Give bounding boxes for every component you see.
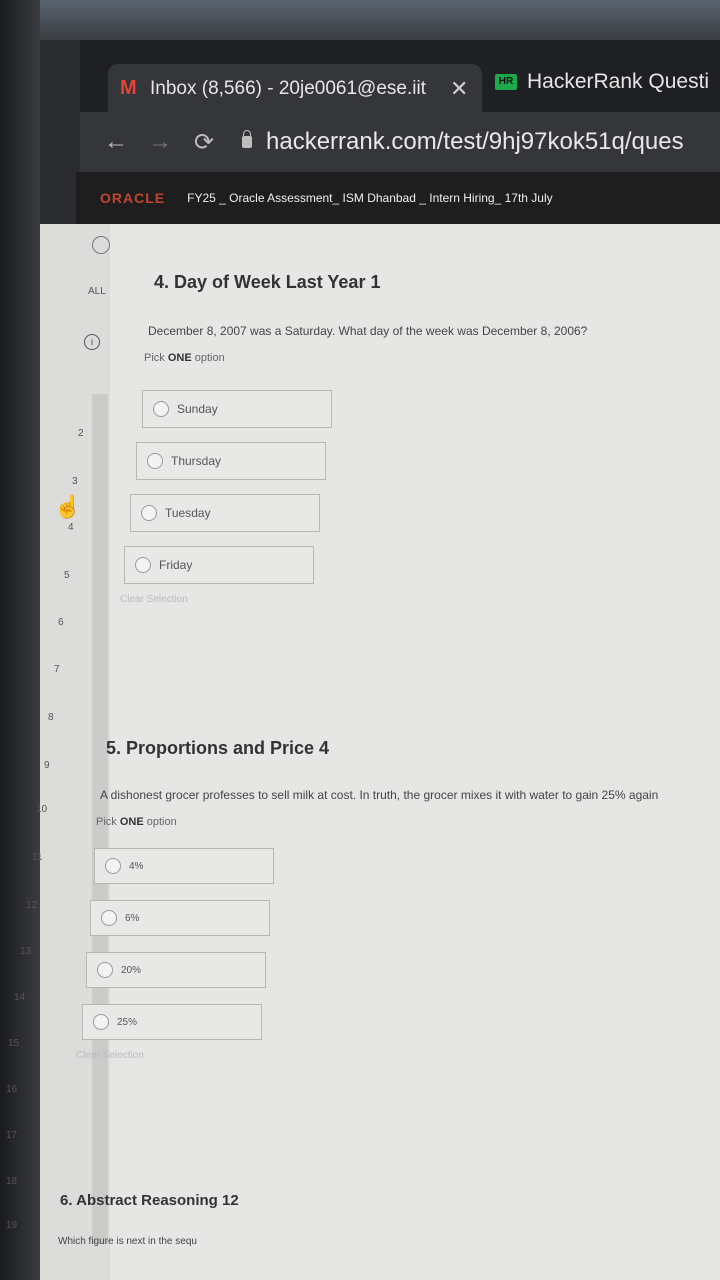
- option-thursday[interactable]: Thursday: [136, 442, 326, 480]
- radio-icon[interactable]: [147, 453, 163, 469]
- option-label: 20%: [121, 964, 142, 976]
- option-label: 6%: [125, 912, 140, 924]
- radio-icon[interactable]: [97, 962, 113, 978]
- test-header: ORACLE FY25 _ Oracle Assessment_ ISM Dha…: [76, 172, 720, 224]
- sidebar-item-5[interactable]: 5: [64, 570, 70, 581]
- question-sidebar: ALL i 2 3 4 5 6 7 8 9 10 11 12 13 14 15 …: [6, 224, 110, 1280]
- question-5-text: A dishonest grocer professes to sell mil…: [100, 788, 659, 802]
- option-label: Thursday: [171, 454, 222, 468]
- option-tuesday[interactable]: Tuesday: [130, 494, 320, 532]
- radio-icon[interactable]: [93, 1014, 109, 1030]
- info-icon[interactable]: i: [84, 334, 100, 350]
- test-page: ALL i 2 3 4 5 6 7 8 9 10 11 12 13 14 15 …: [6, 224, 720, 1280]
- browser-toolbar: ← → ⟳ hackerrank.com/test/9hj97kok51q/qu…: [80, 112, 720, 172]
- option-sunday[interactable]: Sunday: [142, 390, 332, 428]
- question-5-hint: Pick ONE option: [96, 816, 177, 828]
- option-4-percent[interactable]: 4%: [94, 848, 274, 884]
- reload-icon[interactable]: ⟳: [182, 128, 226, 157]
- test-title: FY25 _ Oracle Assessment_ ISM Dhanbad _ …: [187, 191, 553, 205]
- radio-icon[interactable]: [101, 910, 117, 926]
- tab-inbox[interactable]: Inbox (8,566) - 20je0061@ese.iit ✕: [108, 64, 482, 114]
- forward-arrow-icon[interactable]: →: [138, 128, 182, 156]
- sidebar-all[interactable]: ALL: [88, 286, 106, 297]
- option-label: Friday: [159, 558, 193, 572]
- radio-icon[interactable]: [153, 401, 169, 417]
- sidebar-item-19[interactable]: 19: [6, 1220, 17, 1231]
- clear-selection-q4[interactable]: Clear Selection: [120, 594, 188, 605]
- option-friday[interactable]: Friday: [124, 546, 314, 584]
- sidebar-item-2[interactable]: 2: [78, 428, 84, 439]
- sidebar-item-14[interactable]: 14: [14, 992, 25, 1003]
- address-bar[interactable]: hackerrank.com/test/9hj97kok51q/ques: [242, 128, 684, 156]
- question-4-title: 4. Day of Week Last Year 1: [154, 272, 381, 292]
- sidebar-item-11[interactable]: 11: [32, 852, 42, 863]
- navigation-icon[interactable]: [92, 236, 110, 254]
- question-5-title: 5. Proportions and Price 4: [106, 738, 330, 758]
- tab-inbox-label: Inbox (8,566) - 20je0061@ese.iit: [150, 78, 426, 99]
- sidebar-item-13[interactable]: 13: [20, 946, 31, 957]
- hand-cursor-icon: ☝: [54, 494, 82, 519]
- sidebar-item-16[interactable]: 16: [6, 1084, 17, 1095]
- sidebar-item-12[interactable]: 12: [26, 900, 37, 911]
- sidebar-item-10[interactable]: 10: [36, 804, 47, 815]
- back-arrow-icon[interactable]: ←: [94, 128, 138, 156]
- option-20-percent[interactable]: 20%: [86, 952, 266, 988]
- option-label: 25%: [117, 1016, 138, 1028]
- sidebar-item-15[interactable]: 15: [8, 1038, 19, 1049]
- hackerrank-icon: HR: [495, 74, 517, 90]
- lock-icon: [242, 130, 252, 148]
- sidebar-item-6[interactable]: 6: [58, 617, 64, 628]
- sidebar-item-18[interactable]: 18: [6, 1176, 17, 1187]
- question-4-text: December 8, 2007 was a Saturday. What da…: [148, 324, 588, 338]
- sidebar-item-17[interactable]: 17: [6, 1130, 17, 1141]
- question-6-title: 6. Abstract Reasoning 12: [60, 1192, 239, 1209]
- option-label: Tuesday: [165, 506, 211, 520]
- gmail-icon: [120, 77, 140, 100]
- question-4-hint: Pick ONE option: [144, 352, 225, 364]
- sidebar-item-3[interactable]: 3: [72, 476, 78, 487]
- sidebar-item-8[interactable]: 8: [48, 712, 54, 723]
- sidebar-item-9[interactable]: 9: [44, 760, 50, 771]
- radio-icon[interactable]: [141, 505, 157, 521]
- tab-hackerrank-label: HackerRank Questi: [527, 70, 710, 93]
- radio-icon[interactable]: [135, 557, 151, 573]
- sidebar-item-4[interactable]: 4: [68, 522, 74, 533]
- option-25-percent[interactable]: 25%: [82, 1004, 262, 1040]
- option-6-percent[interactable]: 6%: [90, 900, 270, 936]
- oracle-logo: ORACLE: [100, 190, 166, 206]
- tab-hackerrank[interactable]: HR HackerRank Questi: [495, 54, 720, 110]
- url-text: hackerrank.com/test/9hj97kok51q/ques: [266, 128, 684, 155]
- sidebar-item-7[interactable]: 7: [54, 664, 60, 675]
- option-label: 4%: [129, 860, 144, 872]
- close-tab-icon[interactable]: ✕: [450, 76, 468, 102]
- option-label: Sunday: [177, 402, 218, 416]
- question-6-text: Which figure is next in the sequ: [58, 1236, 197, 1247]
- clear-selection-q5[interactable]: Clear Selection: [76, 1050, 144, 1061]
- radio-icon[interactable]: [105, 858, 121, 874]
- screen-bezel-top: [40, 0, 720, 40]
